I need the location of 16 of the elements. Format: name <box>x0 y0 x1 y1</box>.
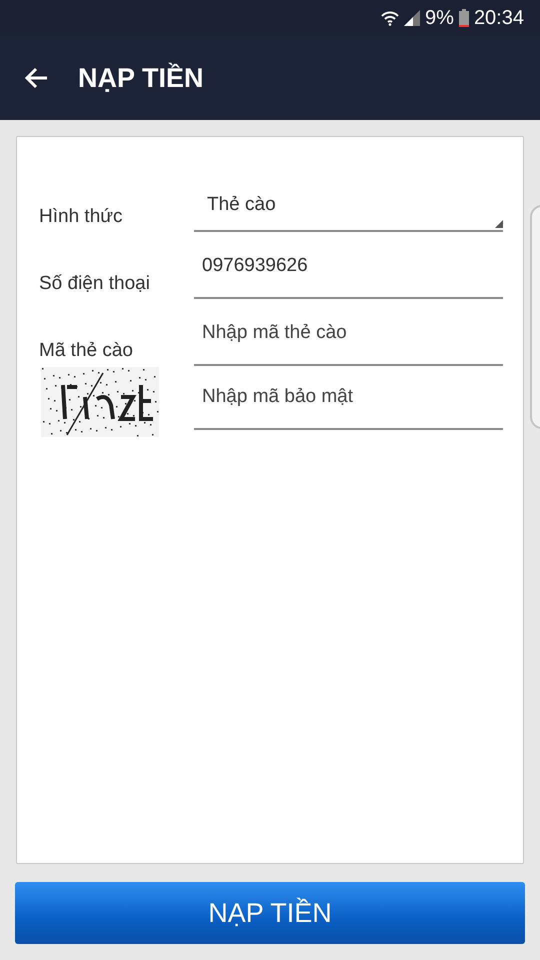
signal-icon <box>404 10 420 26</box>
back-arrow-icon[interactable] <box>24 67 48 89</box>
wifi-icon <box>381 10 400 26</box>
dropdown-arrow-icon <box>495 220 503 228</box>
field-label: Hình thức <box>39 206 122 229</box>
field-label: Số điện thoại <box>39 273 150 296</box>
screen-title: NẠP TIỀN <box>78 62 204 94</box>
battery-percentage: 9% <box>425 6 454 30</box>
input-field[interactable]: Nhập mã bảo mật <box>194 380 503 430</box>
input-field[interactable]: Nhập mã thẻ cào <box>194 316 503 366</box>
submit-button[interactable]: NẠP TIỀN <box>15 882 525 944</box>
field-label: Mã thẻ cào <box>39 340 133 363</box>
dropdown[interactable]: Thẻ cào <box>194 182 503 232</box>
battery-icon <box>458 9 469 27</box>
clock: 20:34 <box>474 6 524 30</box>
input-field[interactable]: 0976939626 <box>194 249 503 299</box>
